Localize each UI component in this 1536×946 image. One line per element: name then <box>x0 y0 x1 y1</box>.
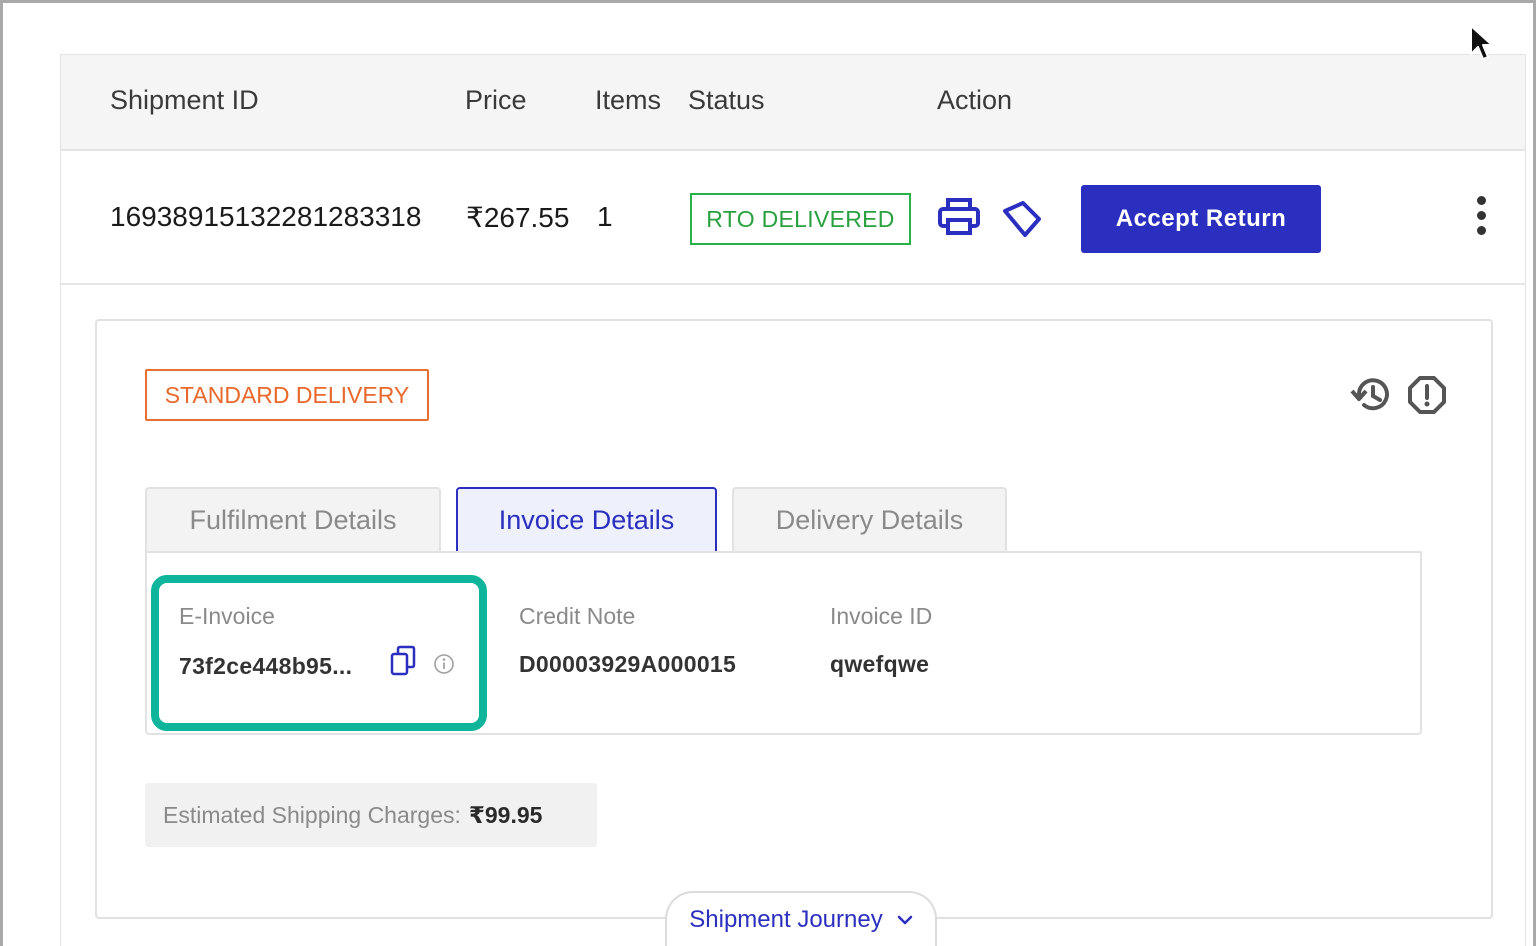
accept-return-button[interactable]: Accept Return <box>1081 185 1321 253</box>
invoice-details-content: E-Invoice 73f2ce448b95... Credit Note D0… <box>145 551 1422 735</box>
header-action: Action <box>937 85 1013 115</box>
table-header: Shipment ID Price Items Status Action <box>61 55 1525 151</box>
shipment-details-panel: STANDARD DELIVERY Fulfilment Details Inv… <box>95 319 1493 919</box>
chevron-down-icon <box>897 915 912 925</box>
copy-icon[interactable] <box>389 645 417 682</box>
alert-octagon-icon[interactable] <box>1407 375 1447 420</box>
kebab-menu-icon[interactable] <box>1469 191 1493 251</box>
printer-icon[interactable] <box>937 197 981 242</box>
tab-fulfilment-details[interactable]: Fulfilment Details <box>145 487 441 551</box>
e-invoice-label: E-Invoice <box>179 603 275 629</box>
info-icon[interactable] <box>433 653 455 680</box>
shipment-journey-button[interactable]: Shipment Journey <box>665 891 937 946</box>
delivery-type-badge: STANDARD DELIVERY <box>145 369 429 421</box>
shipping-label: Estimated Shipping Charges: <box>163 801 461 828</box>
e-invoice-value: 73f2ce448b95... <box>179 653 353 679</box>
table-row: 16938915132281283318 ₹267.55 1 RTO DELIV… <box>61 151 1525 285</box>
header-status: Status <box>688 85 765 115</box>
price-value: ₹267.55 <box>466 202 570 233</box>
invoice-id-value: qwefqwe <box>830 651 930 677</box>
shipping-value: ₹99.95 <box>468 801 543 828</box>
invoice-id-label: Invoice ID <box>830 603 933 629</box>
shipment-journey-label: Shipment Journey <box>689 906 883 933</box>
mouse-cursor-icon <box>1468 24 1494 67</box>
header-shipment-id: Shipment ID <box>110 85 259 115</box>
tag-icon[interactable] <box>1001 199 1043 244</box>
credit-note-label: Credit Note <box>519 603 636 629</box>
history-icon[interactable] <box>1349 375 1393 420</box>
tab-delivery-details[interactable]: Delivery Details <box>732 487 1007 551</box>
header-price: Price <box>465 85 527 115</box>
shipment-card: Shipment ID Price Items Status Action 16… <box>60 54 1526 946</box>
status-badge: RTO DELIVERED <box>690 193 911 245</box>
tab-invoice-details[interactable]: Invoice Details <box>456 487 717 551</box>
credit-note-value: D00003929A000015 <box>519 651 737 677</box>
shipment-id-value: 16938915132281283318 <box>110 201 422 232</box>
items-value: 1 <box>597 201 613 232</box>
header-items: Items <box>595 85 662 115</box>
estimated-shipping-charges: Estimated Shipping Charges: ₹99.95 <box>145 783 597 847</box>
